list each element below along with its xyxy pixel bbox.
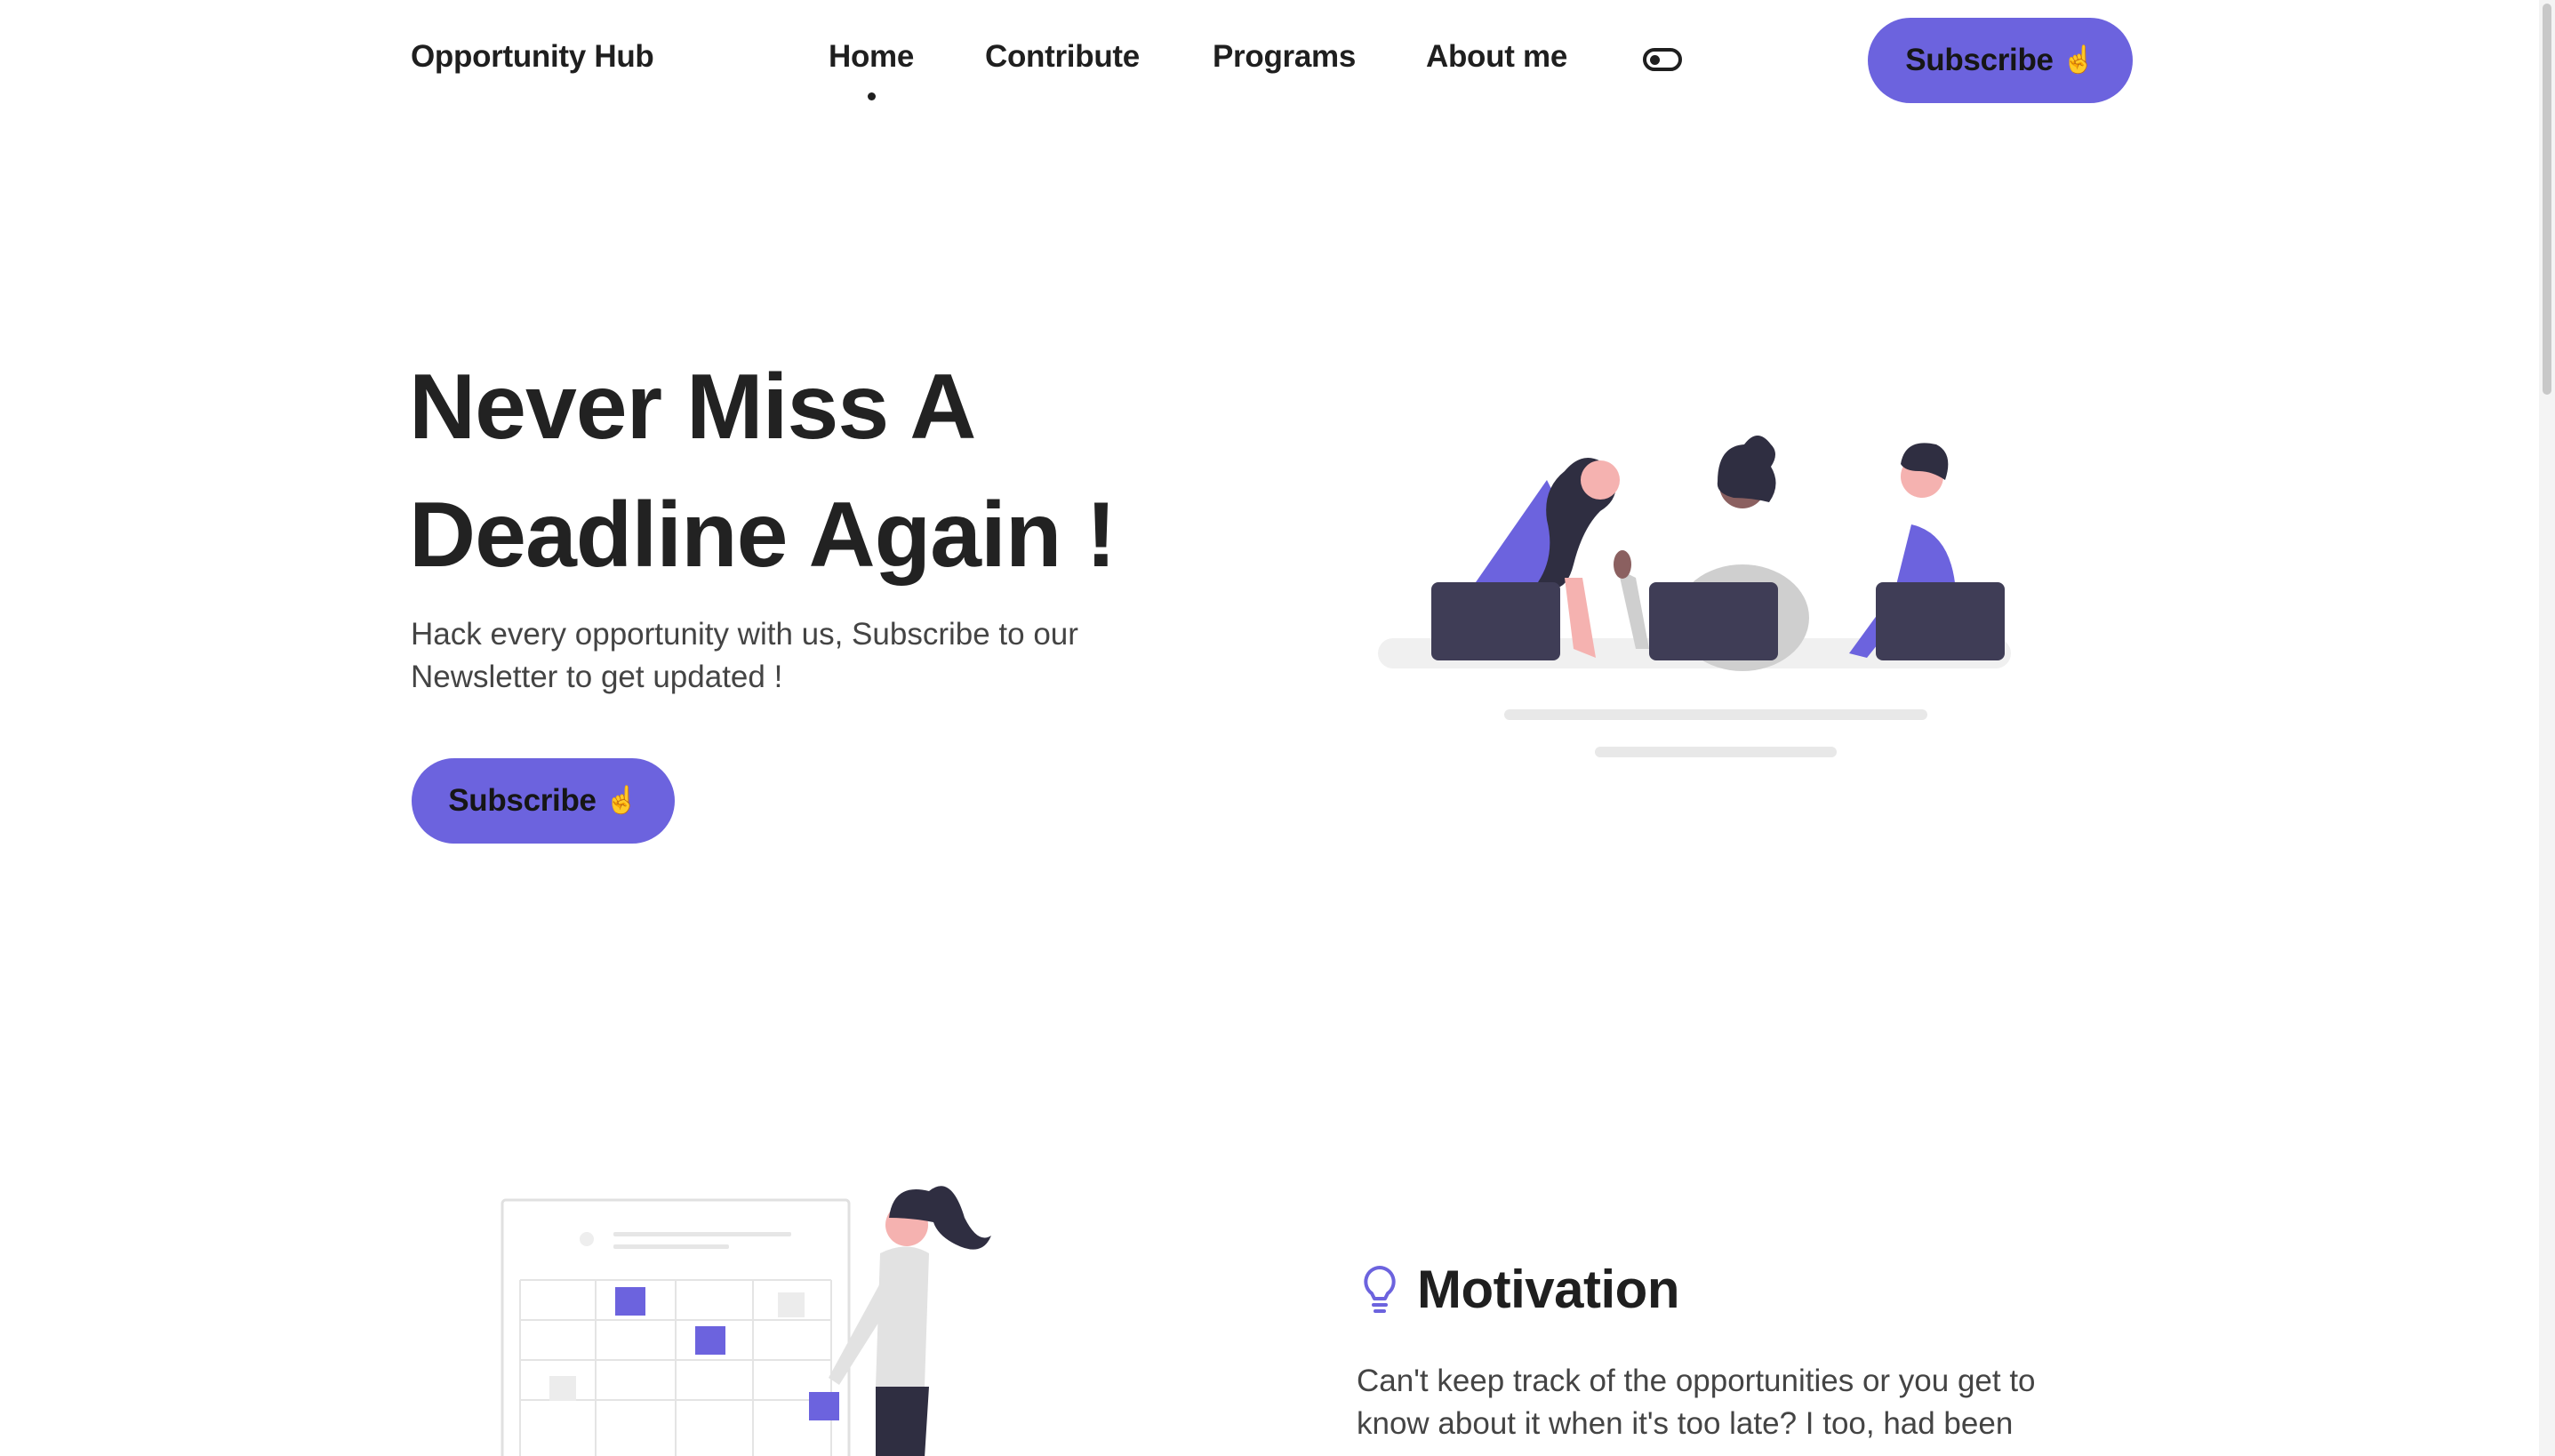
- subscribe-label: Subscribe: [1905, 43, 2054, 77]
- lightbulb-icon: [1364, 1266, 1396, 1313]
- woman-with-calendar-illustration: [501, 1186, 991, 1456]
- motivation-title: Motivation: [1417, 1260, 1679, 1319]
- brand-logo[interactable]: Opportunity Hub: [411, 39, 654, 75]
- nav-subscribe-button[interactable]: Subscribe ☝: [1868, 18, 2133, 103]
- scrollbar-thumb[interactable]: [2543, 4, 2551, 395]
- motivation-text-line-1: Can't keep track of the opportunities or…: [1357, 1364, 2036, 1398]
- page-scrollbar[interactable]: [2539, 0, 2555, 1456]
- hero-subtitle-line-1: Hack every opportunity with us, Subscrib…: [411, 617, 1078, 652]
- motivation-text-line-2: know about it when it's too late? I too,…: [1357, 1406, 2014, 1441]
- nav-item-contribute[interactable]: Contribute: [985, 39, 1140, 75]
- active-indicator-dot: [868, 92, 876, 100]
- hero-title-line-2: Deadline Again !: [409, 484, 1117, 587]
- theme-toggle-icon[interactable]: [1643, 48, 1682, 71]
- nav-item-programs[interactable]: Programs: [1213, 39, 1356, 75]
- navbar: Opportunity Hub Home Contribute Programs…: [0, 0, 2555, 121]
- nav-item-home[interactable]: Home: [829, 39, 914, 75]
- hero-subtitle: Hack every opportunity with us, Subscrib…: [411, 613, 1157, 699]
- nav-item-about-me[interactable]: About me: [1426, 39, 1567, 75]
- pointing-hand-icon: ☝: [2062, 45, 2095, 75]
- motivation-text: Can't keep track of the opportunities or…: [1357, 1360, 2086, 1445]
- team-with-laptops-illustration: [1378, 436, 2011, 757]
- hero-subtitle-line-2: Newsletter to get updated !: [411, 660, 783, 694]
- hero-title-line-1: Never Miss A: [409, 356, 976, 459]
- subscribe-label: Subscribe: [448, 783, 597, 818]
- toggle-knob: [1650, 55, 1660, 65]
- hero-subscribe-button[interactable]: Subscribe ☝: [412, 758, 675, 844]
- hero-title: Never Miss A Deadline Again !: [409, 343, 1209, 599]
- pointing-hand-icon: ☝: [605, 786, 638, 815]
